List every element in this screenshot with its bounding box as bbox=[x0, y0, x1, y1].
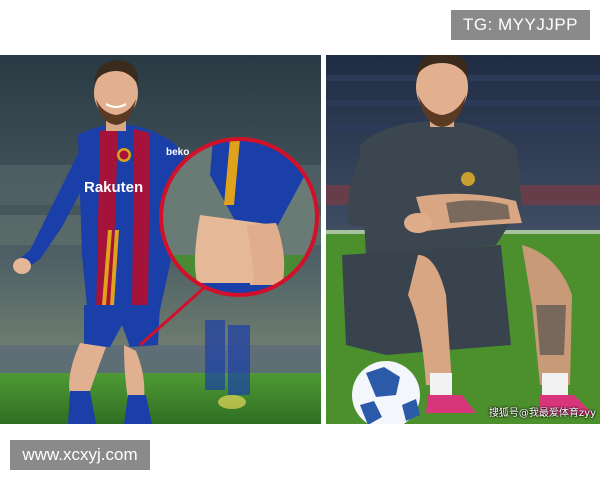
right-photo-messi-sitting-on-ball: 搜狐号@我最爱体育zyy bbox=[326, 55, 600, 424]
sponsor-beko: beko bbox=[166, 147, 189, 158]
tg-watermark: TG: MYYJJPP bbox=[451, 10, 590, 40]
sohu-watermark: 搜狐号@我最爱体育zyy bbox=[488, 408, 596, 419]
site-watermark: www.xcxyj.com bbox=[10, 440, 150, 470]
right-photo-illustration bbox=[326, 55, 600, 424]
left-photo-illustration: Rakuten beko bbox=[0, 55, 321, 424]
sponsor-rakuten: Rakuten bbox=[84, 179, 143, 196]
left-photo-messi-barcelona-kit: Rakuten beko bbox=[0, 55, 321, 424]
